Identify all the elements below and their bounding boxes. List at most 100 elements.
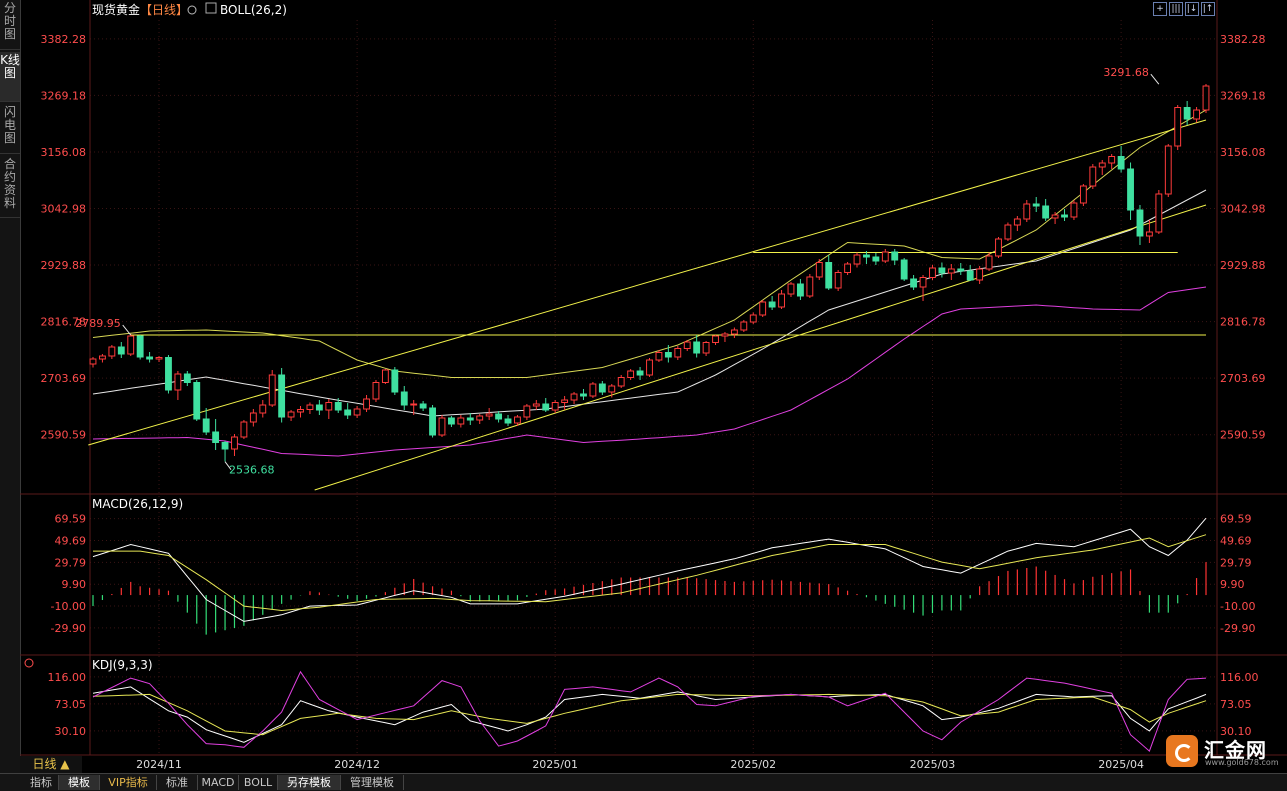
y-tick-label: -10.00 bbox=[51, 600, 86, 613]
candle-body bbox=[608, 385, 616, 393]
y-tick-label: 3269.18 bbox=[41, 89, 87, 102]
candle-body bbox=[99, 355, 106, 360]
candle-body bbox=[1023, 203, 1031, 220]
candle-body bbox=[457, 417, 465, 425]
candle-body bbox=[419, 403, 427, 409]
y-tick-label: 2816.78 bbox=[1220, 316, 1266, 329]
candle-body bbox=[1136, 209, 1144, 237]
x-tick-label: 2025/01 bbox=[532, 758, 578, 771]
candle-body bbox=[278, 374, 286, 418]
gold678-logo: 汇金网 www.gold678.com bbox=[1164, 733, 1282, 769]
candle-body bbox=[853, 254, 861, 265]
candle-body bbox=[485, 413, 493, 417]
candle-body bbox=[1070, 202, 1078, 218]
y-tick-label: 69.59 bbox=[55, 513, 87, 526]
y-tick-label: 3382.28 bbox=[41, 33, 87, 46]
candle-body bbox=[778, 293, 785, 308]
y-tick-label: 69.59 bbox=[1220, 513, 1252, 526]
candle-body bbox=[787, 283, 795, 295]
crosshair-button[interactable]: + bbox=[1153, 2, 1167, 16]
zoom-in-button[interactable]: |↑ bbox=[1201, 2, 1215, 16]
candle-body bbox=[702, 342, 710, 354]
x-tick-label: 2025/02 bbox=[730, 758, 776, 771]
candle-body bbox=[947, 268, 955, 274]
y-tick-label: 2703.69 bbox=[1220, 372, 1266, 385]
candle-body bbox=[117, 346, 125, 355]
tab-timeshare[interactable]: 分时图 bbox=[0, 0, 20, 50]
candle-body bbox=[929, 267, 936, 278]
candle-body bbox=[466, 417, 474, 421]
x-tick-label: 2025/03 bbox=[910, 758, 956, 771]
candle-body bbox=[297, 409, 304, 413]
candle-body bbox=[730, 329, 738, 335]
price-axis-right: 3382.28 3269.18 3156.08 3042.98 2929.88 2816.… bbox=[1220, 33, 1266, 738]
tab-standard[interactable]: 标准 bbox=[157, 775, 198, 790]
logo-mark bbox=[1166, 735, 1198, 767]
candle-body bbox=[108, 346, 116, 357]
tab-template[interactable]: 模板 bbox=[59, 775, 100, 790]
candle-body bbox=[646, 359, 653, 376]
y-tick-label: 2929.88 bbox=[41, 259, 87, 272]
candle-body bbox=[674, 348, 682, 358]
candle-body bbox=[212, 431, 220, 443]
tab-macd[interactable]: MACD bbox=[198, 775, 239, 790]
candle-body bbox=[1061, 214, 1068, 218]
candle-body bbox=[712, 335, 719, 343]
candle-body bbox=[532, 403, 540, 407]
candle-body bbox=[881, 251, 889, 262]
candle-body bbox=[1183, 107, 1191, 120]
price-annotation: 2789.95 bbox=[75, 317, 121, 330]
candle-body bbox=[155, 357, 163, 360]
candle-body bbox=[268, 374, 276, 406]
tab-manage-template[interactable]: 管理模板 bbox=[341, 775, 404, 790]
candle-body bbox=[815, 262, 823, 278]
candle-body bbox=[410, 403, 418, 406]
indicator-icon[interactable] bbox=[205, 2, 217, 14]
price-annotations: 3291.68 2789.95 2536.68 bbox=[75, 66, 1160, 477]
candle-body bbox=[1079, 185, 1087, 204]
zoom-out-button[interactable]: |↓ bbox=[1185, 2, 1199, 16]
period-selector[interactable]: 日线 ▲ bbox=[20, 756, 82, 773]
tab-indicators[interactable]: 指标 bbox=[24, 775, 59, 790]
candle-body bbox=[1174, 107, 1182, 147]
bars-button[interactable]: ||| bbox=[1169, 2, 1183, 16]
macd-dif-line bbox=[92, 517, 1207, 622]
tab-contract-info[interactable]: 合约资料 bbox=[0, 156, 20, 218]
y-tick-label: 2590.59 bbox=[1220, 429, 1266, 442]
price-annotation: 3291.68 bbox=[1103, 66, 1149, 79]
candle-body bbox=[287, 411, 295, 418]
y-tick-label: 3042.98 bbox=[1220, 203, 1266, 216]
kdj-settings-icon[interactable] bbox=[24, 658, 34, 668]
candle-body bbox=[570, 393, 578, 401]
y-tick-label: 9.90 bbox=[1220, 578, 1245, 591]
candle-body bbox=[306, 404, 314, 410]
boll-indicator-label: BOLL(26,2) bbox=[220, 3, 287, 17]
y-tick-label: -10.00 bbox=[1220, 600, 1255, 613]
candle-body bbox=[1202, 85, 1210, 111]
candle-body bbox=[1098, 162, 1106, 168]
candle-body bbox=[240, 421, 248, 438]
tab-save-template[interactable]: 另存模板 bbox=[278, 775, 341, 790]
candle-body bbox=[872, 256, 880, 262]
candle-body bbox=[514, 416, 521, 424]
candle-body bbox=[438, 417, 446, 436]
candle-body bbox=[89, 358, 97, 365]
tab-kline[interactable]: K线图 bbox=[0, 52, 20, 102]
tab-flash[interactable]: 闪电图 bbox=[0, 104, 20, 154]
tab-vip-indicators[interactable]: VIP指标 bbox=[100, 775, 157, 790]
tab-boll[interactable]: BOLL bbox=[239, 775, 278, 790]
y-tick-label: 3382.28 bbox=[1220, 33, 1266, 46]
candle-body bbox=[589, 383, 597, 397]
candle-body bbox=[523, 405, 531, 418]
candle-body bbox=[834, 272, 842, 289]
candle-body bbox=[174, 373, 182, 391]
boll-mid-line bbox=[92, 189, 1207, 417]
chart-canvas[interactable]: 现货黄金 【日线】 BOLL(26,2) MACD(26,12,9) KDJ(9… bbox=[20, 0, 1287, 773]
candle-body bbox=[315, 404, 323, 411]
y-tick-label: 29.79 bbox=[1220, 556, 1252, 569]
candle-body bbox=[372, 382, 380, 400]
candle-body bbox=[636, 370, 644, 376]
settings-icon[interactable] bbox=[187, 5, 197, 15]
candle-body bbox=[844, 263, 852, 273]
macd-panel bbox=[92, 517, 1207, 635]
